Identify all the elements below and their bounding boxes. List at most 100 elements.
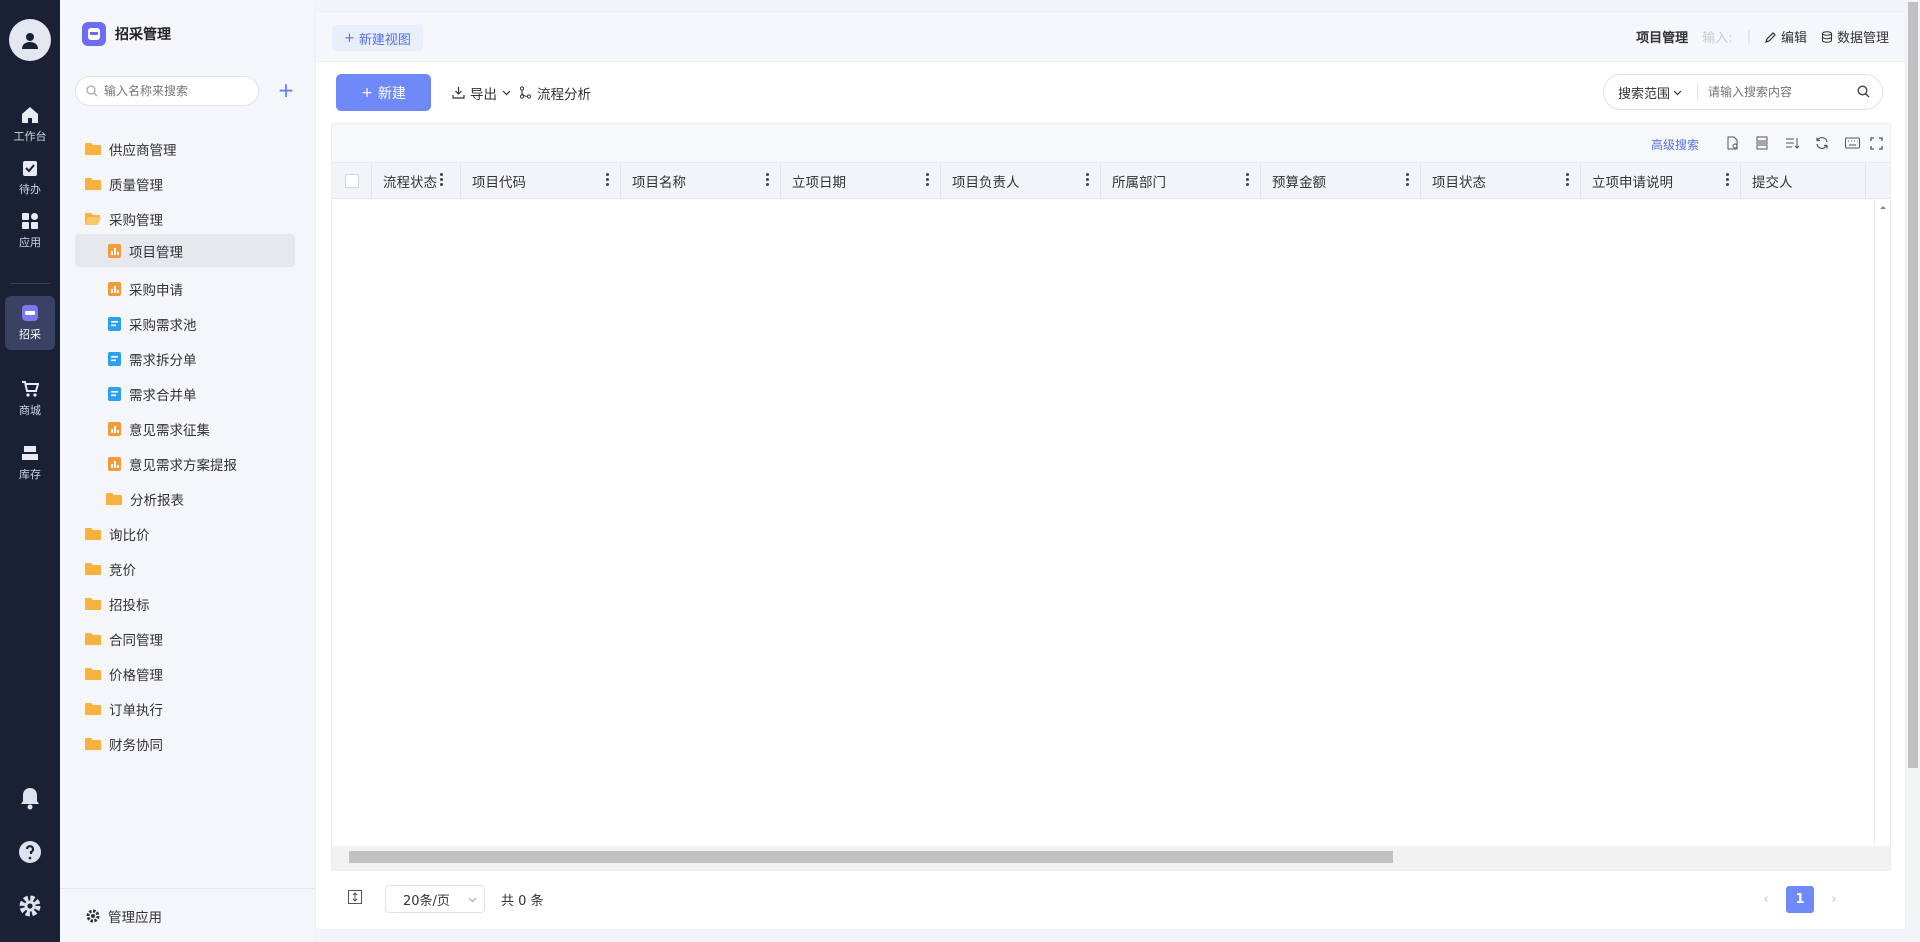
column-header[interactable]: 立项日期: [781, 163, 941, 199]
column-header[interactable]: 提交人: [1741, 163, 1866, 199]
chevron-down-icon: [502, 90, 511, 96]
app-header: 招采管理: [82, 22, 171, 46]
grid-header: 流程状态 项目代码 项目名称 立项日期 项目负责人 所属部门 预算金额 项目状态…: [332, 162, 1890, 199]
more-icon[interactable]: [1726, 173, 1730, 186]
rail-item-todo[interactable]: 待办: [0, 151, 60, 205]
main-panel: + 新建视图 项目管理 输入: | 编辑 数据管理 + 新建 导出 流程分析 搜…: [315, 11, 1906, 930]
tree-item-analysis-report[interactable]: 分析报表: [75, 479, 295, 519]
settings-button[interactable]: [0, 888, 60, 924]
form-icon: [108, 457, 121, 471]
sort-icon[interactable]: [1783, 134, 1801, 152]
scroll-up-icon: [1880, 206, 1886, 209]
column-header[interactable]: 预算金额: [1261, 163, 1421, 199]
tree-item-demand-split[interactable]: 需求拆分单: [75, 339, 295, 379]
rail-item-procurement[interactable]: 招采: [5, 296, 55, 350]
rail-item-workbench[interactable]: 工作台: [0, 98, 60, 152]
refresh-icon[interactable]: [1813, 134, 1831, 152]
select-all-checkbox[interactable]: [332, 163, 372, 199]
grid-horizontal-scrollbar[interactable]: [332, 846, 1890, 870]
page-scroll-thumb[interactable]: [1908, 2, 1918, 768]
tree-item-project-manage[interactable]: 项目管理: [75, 234, 295, 267]
sidebar-add-button[interactable]: +: [274, 78, 298, 102]
tree-item-purchase[interactable]: 采购管理: [75, 199, 295, 239]
tree-item-bidding[interactable]: 竞价: [75, 549, 295, 589]
column-header[interactable]: 项目负责人: [941, 163, 1101, 199]
tree-item-order[interactable]: 订单执行: [75, 689, 295, 729]
column-header[interactable]: 流程状态: [372, 163, 461, 199]
keyboard-icon[interactable]: [1843, 134, 1861, 152]
scroll-thumb[interactable]: [349, 851, 1393, 863]
search-input[interactable]: [1708, 85, 1848, 99]
chevron-down-icon: [1673, 90, 1682, 95]
column-header[interactable]: 项目名称: [621, 163, 781, 199]
current-page[interactable]: 1: [1786, 886, 1814, 913]
manage-app-button[interactable]: 管理应用: [60, 888, 314, 942]
tree-item-tender[interactable]: 招投标: [75, 584, 295, 624]
folder-icon: [85, 702, 101, 716]
pagination: 20条/页 共 0 条 ‹ 1 ›: [331, 871, 1891, 929]
search-scope-select[interactable]: 搜索范围: [1604, 83, 1698, 102]
folder-icon: [106, 492, 122, 506]
more-icon[interactable]: [1406, 173, 1410, 186]
tree-item-label: 分析报表: [130, 493, 184, 509]
rail-label: 工作台: [13, 130, 47, 143]
page-size-select[interactable]: 20条/页: [385, 885, 485, 913]
rail-item-inventory[interactable]: 库存: [0, 436, 60, 490]
tree-item-contract[interactable]: 合同管理: [75, 619, 295, 659]
more-icon[interactable]: [1086, 173, 1090, 186]
rail-item-apps[interactable]: 应用: [0, 204, 60, 258]
tree-item-purchase-request[interactable]: 采购申请: [75, 269, 295, 309]
column-header[interactable]: 项目代码: [461, 163, 621, 199]
new-view-button[interactable]: + 新建视图: [332, 25, 423, 51]
data-manage-button[interactable]: 数据管理: [1821, 27, 1889, 46]
more-icon[interactable]: [926, 173, 930, 186]
export-button[interactable]: 导出: [452, 74, 511, 111]
column-header[interactable]: 项目状态: [1421, 163, 1581, 199]
tree-item-quality[interactable]: 质量管理: [75, 164, 295, 204]
tree-item-supplier[interactable]: 供应商管理: [75, 129, 295, 169]
grid-toolbar: 高级搜索: [332, 124, 1890, 162]
advanced-search-link[interactable]: 高级搜索: [1651, 136, 1699, 153]
next-page-button[interactable]: ›: [1820, 886, 1848, 913]
export-doc-icon[interactable]: [1723, 134, 1741, 152]
manage-app-label: 管理应用: [108, 909, 162, 926]
new-button[interactable]: + 新建: [336, 74, 431, 111]
fullscreen-icon[interactable]: [1867, 134, 1885, 152]
more-icon[interactable]: [1566, 173, 1570, 186]
search-icon[interactable]: [1857, 85, 1870, 98]
tree-item-price[interactable]: 价格管理: [75, 654, 295, 694]
new-button-label: 新建: [377, 85, 406, 102]
edit-icon: [1765, 31, 1776, 43]
column-header[interactable]: 所属部门: [1101, 163, 1261, 199]
tree-item-demand-pool[interactable]: 采购需求池: [75, 304, 295, 344]
more-icon[interactable]: [766, 173, 770, 186]
folder-icon: [85, 597, 101, 611]
rail-item-mall[interactable]: 商城: [0, 372, 60, 426]
page-scrollbar[interactable]: [1906, 0, 1920, 942]
more-icon[interactable]: [606, 173, 610, 186]
tree-item-inquiry[interactable]: 询比价: [75, 514, 295, 554]
more-icon[interactable]: [440, 173, 444, 186]
tree-item-label: 合同管理: [109, 633, 163, 649]
column-header[interactable]: 立项申请说明: [1581, 163, 1741, 199]
notification-button[interactable]: [0, 780, 60, 816]
todo-icon: [23, 161, 37, 176]
tree-item-finance[interactable]: 财务协同: [75, 724, 295, 764]
export-label: 导出: [470, 86, 497, 103]
sidebar: 招采管理 + 供应商管理 质量管理 采购管理 项目管理 采购申请 采购需求池: [60, 0, 314, 942]
tree-item-opinion-collect[interactable]: 意见需求征集: [75, 409, 295, 449]
sidebar-search[interactable]: [75, 76, 259, 106]
row-height-icon[interactable]: [348, 890, 362, 908]
more-icon[interactable]: [1246, 173, 1250, 186]
sidebar-search-input[interactable]: [104, 84, 244, 98]
prev-page-button[interactable]: ‹: [1752, 886, 1780, 913]
folder-icon: [85, 177, 101, 191]
tree-item-demand-merge[interactable]: 需求合并单: [75, 374, 295, 414]
column-group-icon[interactable]: [1753, 134, 1771, 152]
user-avatar[interactable]: [9, 19, 51, 61]
tree-item-opinion-proposal[interactable]: 意见需求方案提报: [75, 444, 295, 484]
help-button[interactable]: [0, 834, 60, 870]
flow-analysis-button[interactable]: 流程分析: [519, 74, 591, 111]
grid-vertical-scrollbar[interactable]: [1874, 199, 1890, 846]
edit-button[interactable]: 编辑: [1765, 27, 1807, 46]
